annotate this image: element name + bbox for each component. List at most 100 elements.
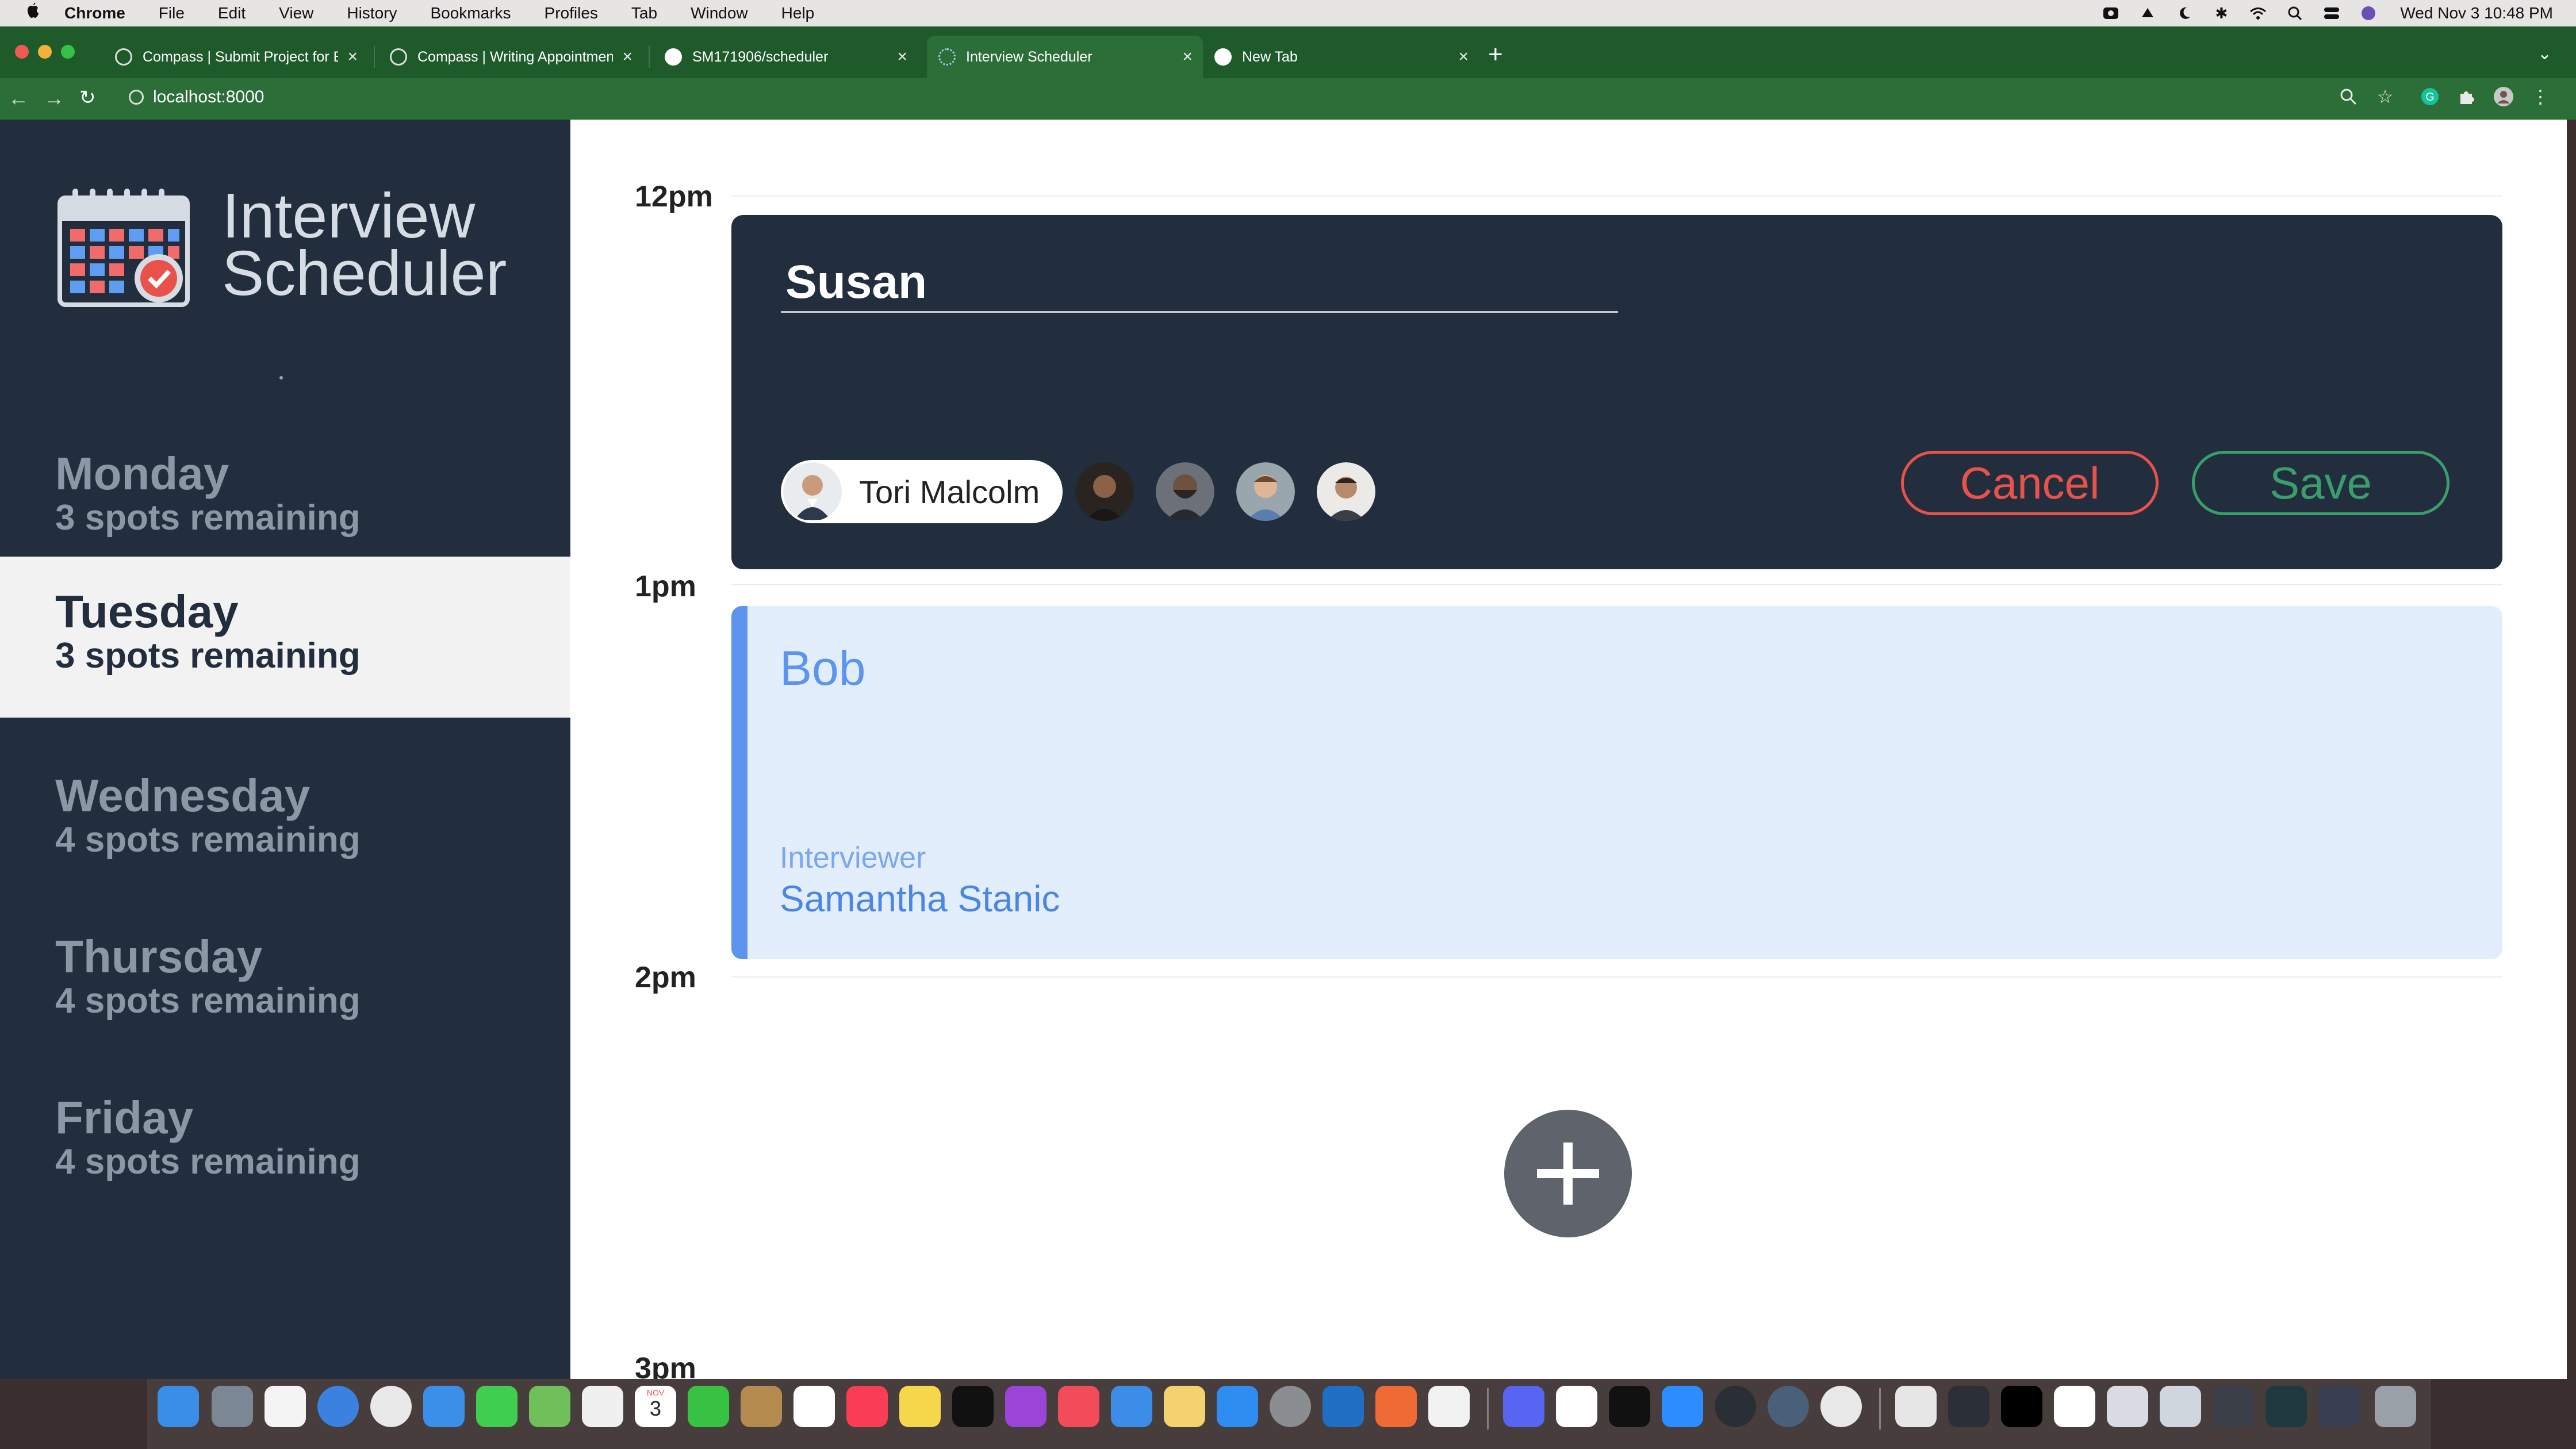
- menu-help[interactable]: Help: [781, 4, 815, 22]
- app-store-icon[interactable]: [1217, 1386, 1258, 1427]
- bookmark-star-icon[interactable]: ☆: [2374, 85, 2397, 108]
- apple-tv-icon[interactable]: [952, 1386, 994, 1427]
- address-bar[interactable]: localhost:8000: [153, 87, 264, 107]
- interviewer-avatar[interactable]: [1156, 462, 1214, 521]
- wifi-icon[interactable]: [2249, 5, 2267, 22]
- discord-icon[interactable]: [1503, 1386, 1544, 1427]
- slack-icon[interactable]: [1556, 1386, 1597, 1427]
- interviewer-avatar[interactable]: [1317, 462, 1375, 521]
- control-center-icon[interactable]: [2323, 5, 2340, 22]
- numbers-icon[interactable]: [264, 1386, 306, 1427]
- safari-icon[interactable]: [317, 1386, 359, 1427]
- contacts-icon[interactable]: [741, 1386, 782, 1427]
- menu-file[interactable]: File: [159, 4, 185, 22]
- menu-app-name[interactable]: Chrome: [64, 4, 125, 22]
- grammarly-extension-icon[interactable]: G: [2418, 85, 2441, 108]
- zoom-app-icon[interactable]: [1662, 1386, 1703, 1427]
- appointment-card[interactable]: Bob Interviewer Samantha Stanic: [731, 606, 2502, 959]
- window-thumbnail-icon[interactable]: [2318, 1386, 2360, 1427]
- quicktime-icon[interactable]: [1768, 1386, 1809, 1427]
- chevron-down-icon[interactable]: ⌄: [2537, 44, 2552, 64]
- menu-view[interactable]: View: [279, 4, 313, 22]
- window-close-icon[interactable]: [15, 45, 29, 59]
- window-thumbnail-icon[interactable]: [2266, 1386, 2307, 1427]
- moon-icon[interactable]: [2176, 5, 2193, 22]
- spotlight-search-icon[interactable]: [2286, 5, 2303, 22]
- messages-icon[interactable]: [476, 1386, 518, 1427]
- forward-arrow-icon[interactable]: →: [44, 86, 64, 110]
- menu-profiles[interactable]: Profiles: [545, 4, 598, 22]
- menu-window[interactable]: Window: [691, 4, 748, 22]
- tab-github-scheduler[interactable]: SM171906/scheduler ×: [653, 36, 918, 78]
- siri-icon[interactable]: [2360, 5, 2377, 22]
- calendar-icon[interactable]: NOV 3: [635, 1386, 676, 1427]
- window-thumbnail-icon[interactable]: [2160, 1386, 2201, 1427]
- save-button[interactable]: Save: [2192, 451, 2450, 515]
- tab-compass-writing[interactable]: Compass | Writing Appointmen ×: [378, 36, 643, 78]
- window-minimize-icon[interactable]: [38, 45, 52, 59]
- window-thumbnail-icon[interactable]: [2213, 1386, 2254, 1427]
- tab-interview-scheduler[interactable]: Interview Scheduler ×: [927, 36, 1203, 78]
- keynote-icon[interactable]: [1111, 1386, 1152, 1427]
- tab-compass-submit[interactable]: Compass | Submit Project for E ×: [103, 36, 368, 78]
- window-thumbnail-icon[interactable]: [2107, 1386, 2148, 1427]
- day-list-item-tuesday[interactable]: Tuesday 3 spots remaining: [0, 557, 570, 718]
- notes-icon[interactable]: [899, 1386, 941, 1427]
- window-thumbnail-icon[interactable]: [2054, 1386, 2095, 1427]
- finder-icon[interactable]: [158, 1386, 199, 1427]
- system-preferences-icon[interactable]: [1270, 1386, 1311, 1427]
- window-thumbnail-icon[interactable]: [1948, 1386, 1989, 1427]
- close-icon[interactable]: ×: [1182, 47, 1193, 67]
- music-icon[interactable]: [846, 1386, 888, 1427]
- site-info-icon[interactable]: [129, 90, 144, 105]
- day-list-item-thursday[interactable]: Thursday 4 spots remaining: [0, 899, 570, 1060]
- notification-icon[interactable]: [2139, 5, 2156, 22]
- window-zoom-icon[interactable]: [61, 45, 75, 59]
- zoom-icon[interactable]: [2337, 85, 2360, 108]
- interviewer-avatar[interactable]: [1236, 462, 1295, 521]
- maps-icon[interactable]: [529, 1386, 570, 1427]
- close-icon[interactable]: ×: [1458, 47, 1469, 67]
- news-icon[interactable]: [1058, 1386, 1099, 1427]
- podcasts-icon[interactable]: [1005, 1386, 1046, 1427]
- window-thumbnail-icon[interactable]: [2001, 1386, 2042, 1427]
- close-icon[interactable]: ×: [897, 47, 907, 67]
- menu-tab[interactable]: Tab: [631, 4, 657, 22]
- terminal-icon[interactable]: [1609, 1386, 1650, 1427]
- extensions-puzzle-icon[interactable]: [2455, 85, 2478, 108]
- browser-menu-icon[interactable]: ⋮: [2529, 85, 2552, 108]
- pages-icon[interactable]: [1164, 1386, 1205, 1427]
- photos-icon[interactable]: [582, 1386, 623, 1427]
- trash-icon[interactable]: [2375, 1386, 2416, 1427]
- profile-avatar-icon[interactable]: [2492, 85, 2515, 108]
- menu-history[interactable]: History: [347, 4, 397, 22]
- screen-record-icon[interactable]: [2102, 5, 2119, 22]
- reminders-icon[interactable]: [793, 1386, 835, 1427]
- cypress-icon[interactable]: [1715, 1386, 1756, 1427]
- day-list-item-friday[interactable]: Friday 4 spots remaining: [0, 1060, 570, 1221]
- back-arrow-icon[interactable]: ←: [8, 86, 29, 110]
- mail-icon[interactable]: [423, 1386, 465, 1427]
- chrome-icon[interactable]: [370, 1386, 412, 1427]
- vscode-icon[interactable]: [1322, 1386, 1364, 1427]
- menu-clock[interactable]: Wed Nov 3 10:48 PM: [2400, 4, 2553, 22]
- sublime-text-icon[interactable]: [1375, 1386, 1417, 1427]
- launchpad-icon[interactable]: [212, 1386, 253, 1427]
- interviewer-avatar[interactable]: [1075, 462, 1134, 521]
- menu-bookmarks[interactable]: Bookmarks: [430, 4, 511, 22]
- day-list-item-wednesday[interactable]: Wednesday 4 spots remaining: [0, 738, 570, 899]
- day-list-item-monday[interactable]: Monday 3 spots remaining: [0, 416, 570, 577]
- menu-edit[interactable]: Edit: [218, 4, 246, 22]
- add-appointment-button[interactable]: [1504, 1110, 1632, 1237]
- close-icon[interactable]: ×: [622, 47, 632, 67]
- chrome-canary-icon[interactable]: [1820, 1386, 1862, 1427]
- window-thumbnail-icon[interactable]: [1895, 1386, 1937, 1427]
- close-icon[interactable]: ×: [347, 47, 358, 67]
- tab-new-tab[interactable]: New Tab ×: [1203, 36, 1479, 78]
- student-name-input[interactable]: [781, 253, 1618, 313]
- cancel-button[interactable]: Cancel: [1901, 451, 2159, 515]
- facetime-icon[interactable]: [688, 1386, 729, 1427]
- reload-icon[interactable]: ↻: [79, 86, 96, 109]
- new-tab-plus-icon[interactable]: +: [1488, 40, 1503, 69]
- interviewer-item-selected[interactable]: Tori Malcolm: [781, 460, 1063, 523]
